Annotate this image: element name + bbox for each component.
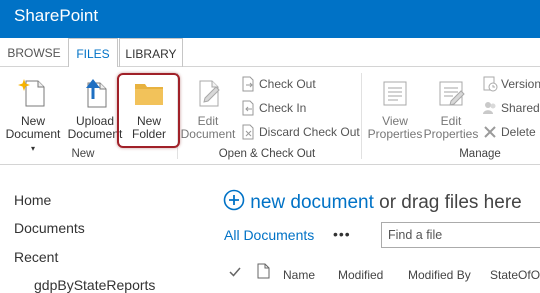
new-document-link[interactable]: new document (250, 192, 374, 213)
new-document-label-2: Document ▾ (5, 127, 61, 154)
file-type-icon (257, 263, 270, 282)
upload-document-label-2: Document (67, 127, 123, 141)
shared-with-label: Shared (501, 101, 540, 115)
column-header-modified-by[interactable]: Modified By (408, 268, 471, 282)
discard-check-out-icon (240, 124, 256, 140)
edit-document-icon (192, 77, 224, 109)
group-label-open-check-out: Open & Check Out (218, 148, 316, 160)
group-label-manage: Manage (459, 148, 501, 160)
upload-document-button[interactable]: Upload Document (66, 71, 124, 145)
edit-properties-icon (435, 77, 467, 109)
column-header-modified[interactable]: Modified (338, 268, 383, 282)
column-header-name[interactable]: Name (283, 268, 315, 282)
edit-document-button[interactable]: Edit Document (180, 71, 236, 145)
nav-item-home[interactable]: Home (14, 192, 51, 208)
tab-browse[interactable]: BROWSE (0, 38, 68, 67)
check-in-button[interactable]: Check In (240, 98, 306, 118)
add-circle-icon[interactable] (223, 189, 245, 217)
find-file-box (381, 222, 540, 248)
upload-document-icon (79, 77, 111, 109)
nav-item-recent: Recent (14, 249, 59, 265)
tab-library[interactable]: LIBRARY (119, 38, 183, 67)
new-document-button[interactable]: New Document ▾ (2, 71, 64, 153)
version-history-button[interactable]: Version (482, 74, 540, 94)
select-all-checkmark-icon[interactable] (229, 266, 241, 281)
ribbon: New Document ▾ Upload Document New Folde… (0, 67, 540, 165)
check-out-icon (240, 76, 256, 92)
view-properties-button[interactable]: View Properties (365, 71, 425, 145)
check-out-button[interactable]: Check Out (240, 74, 316, 94)
find-file-input[interactable] (382, 223, 540, 247)
delete-document-button[interactable]: Delete I (482, 122, 540, 142)
app-title[interactable]: SharePoint (14, 6, 98, 26)
tab-files[interactable]: FILES (68, 38, 118, 68)
ribbon-tab-row: BROWSE FILES LIBRARY (0, 38, 540, 68)
nav-item-documents[interactable]: Documents (14, 220, 85, 236)
more-options-icon[interactable]: ••• (333, 226, 351, 242)
edit-document-label-2: Document (180, 127, 236, 141)
suite-bar: SharePoint (0, 0, 540, 38)
discard-check-out-button[interactable]: Discard Check Out (240, 122, 360, 142)
delete-document-label: Delete I (501, 125, 540, 139)
version-history-label: Version (501, 77, 540, 91)
group-divider (361, 73, 362, 159)
view-selector-all-documents[interactable]: All Documents (224, 227, 314, 243)
new-folder-highlight (117, 73, 180, 148)
check-out-label: Check Out (259, 77, 316, 91)
edit-properties-button[interactable]: Edit Properties (422, 71, 480, 145)
view-properties-icon (379, 77, 411, 109)
nav-item-recent-report[interactable]: gdpByStateReports (34, 277, 155, 293)
check-in-label: Check In (259, 101, 307, 115)
column-header-state[interactable]: StateOfO (490, 268, 540, 282)
discard-check-out-label: Discard Check Out (259, 125, 360, 139)
people-icon (482, 100, 498, 116)
group-label-new: New (71, 148, 95, 160)
view-properties-label-2: Properties (367, 127, 423, 141)
new-document-row: new document or drag files here (223, 189, 522, 217)
edit-properties-label-2: Properties (423, 127, 479, 141)
check-in-icon (240, 100, 256, 116)
drag-files-text: or drag files here (373, 192, 522, 214)
version-history-icon (482, 76, 498, 92)
shared-with-button[interactable]: Shared (482, 98, 540, 118)
new-document-icon (17, 77, 49, 109)
chevron-down-icon: ▾ (30, 144, 35, 153)
delete-icon (482, 124, 498, 140)
